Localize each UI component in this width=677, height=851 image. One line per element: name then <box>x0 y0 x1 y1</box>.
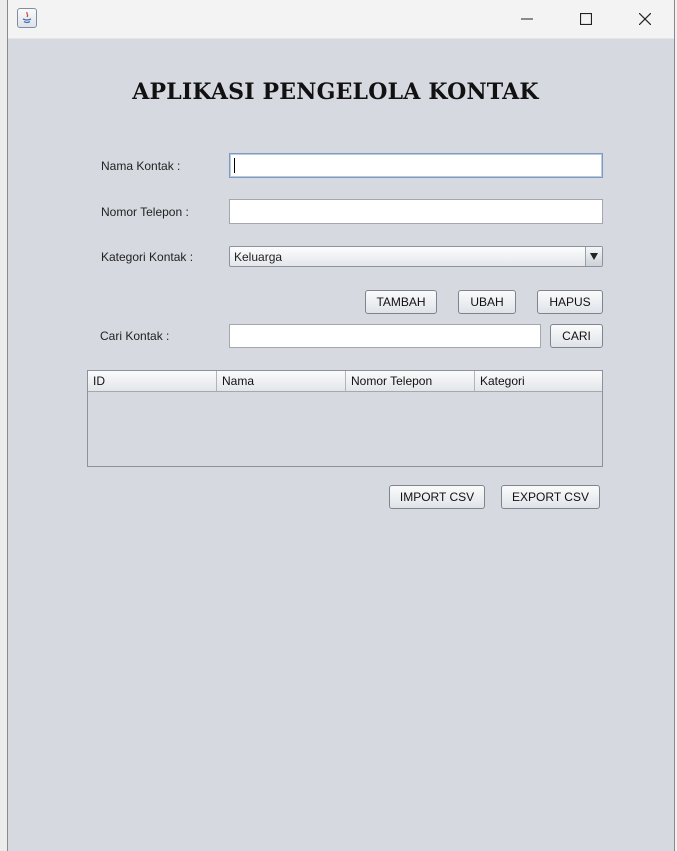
name-label: Nama Kontak : <box>101 159 181 173</box>
page-title: APLIKASI PENGELOLA KONTAK <box>132 79 539 105</box>
import-csv-button[interactable]: IMPORT CSV <box>389 485 485 509</box>
name-field[interactable] <box>229 153 603 178</box>
close-button[interactable] <box>616 0 674 38</box>
delete-button[interactable]: HAPUS <box>537 290 603 314</box>
column-header-name[interactable]: Nama <box>217 371 346 391</box>
table-body[interactable] <box>88 392 602 466</box>
category-selected: Keluarga <box>234 250 283 264</box>
maximize-icon <box>580 13 592 25</box>
close-icon <box>639 13 651 25</box>
search-label: Cari Kontak : <box>100 329 170 343</box>
text-caret <box>234 158 235 173</box>
category-label: Kategori Kontak : <box>101 250 194 264</box>
column-header-phone[interactable]: Nomor Telepon <box>346 371 475 391</box>
table-header: ID Nama Nomor Telepon Kategori <box>88 371 602 392</box>
export-csv-button[interactable]: EXPORT CSV <box>501 485 600 509</box>
column-header-id[interactable]: ID <box>88 371 217 391</box>
add-button[interactable]: TAMBAH <box>365 290 437 314</box>
category-dropdown[interactable]: Keluarga <box>229 246 603 267</box>
java-icon[interactable] <box>17 8 37 28</box>
title-bar[interactable] <box>8 0 674 39</box>
chevron-down-icon <box>590 253 598 260</box>
contact-table[interactable]: ID Nama Nomor Telepon Kategori <box>87 370 603 467</box>
phone-field[interactable] <box>229 199 603 224</box>
app-window: APLIKASI PENGELOLA KONTAK Nama Kontak : … <box>7 0 675 851</box>
maximize-button[interactable] <box>557 0 615 38</box>
edit-button[interactable]: UBAH <box>458 290 516 314</box>
phone-label: Nomor Telepon : <box>101 205 189 219</box>
search-input[interactable] <box>229 324 541 348</box>
search-button[interactable]: CARI <box>550 324 603 348</box>
main-panel: APLIKASI PENGELOLA KONTAK Nama Kontak : … <box>8 38 674 851</box>
column-header-category[interactable]: Kategori <box>475 371 602 391</box>
minimize-icon <box>521 18 533 20</box>
dropdown-arrow-button[interactable] <box>585 247 602 266</box>
minimize-button[interactable] <box>498 0 556 38</box>
